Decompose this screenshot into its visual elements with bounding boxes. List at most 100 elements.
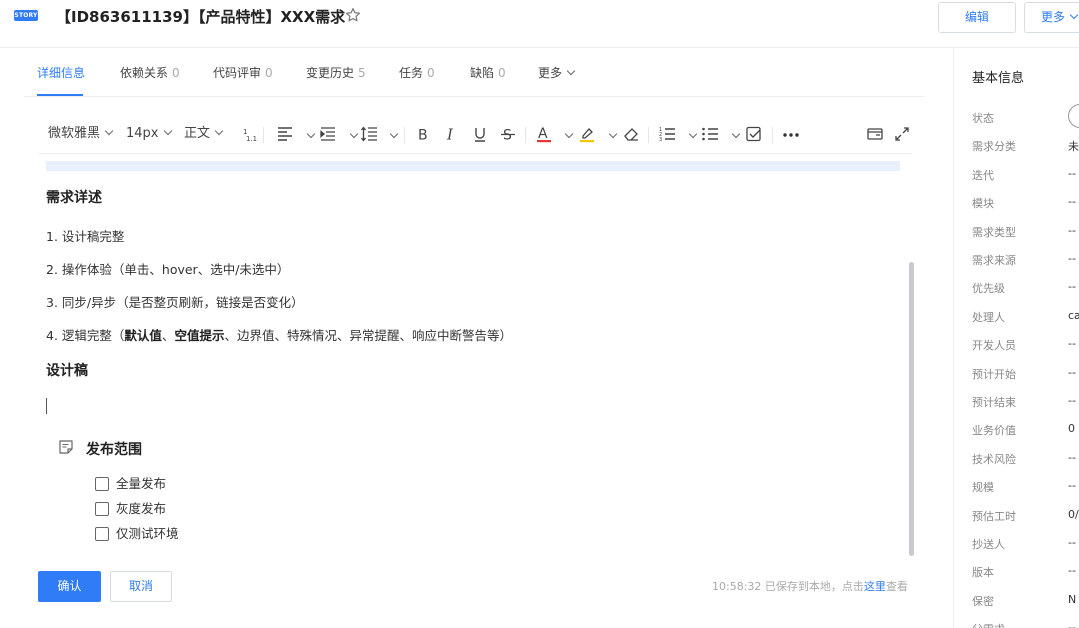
list-item: 4. 逻辑完整（默认值、空值提示、边界值、特殊情况、异常提醒、响应中断警告等）: [46, 325, 512, 344]
field-label: 需求分类: [972, 140, 1016, 153]
field-value[interactable]: --: [1068, 280, 1076, 293]
indent-icon[interactable]: [319, 125, 337, 143]
toolbar-divider: [263, 127, 264, 143]
bold-text: 空值提示: [174, 328, 225, 343]
tab-tasks[interactable]: 任务 0: [399, 64, 435, 81]
tab-count: 5: [358, 66, 366, 80]
text-cursor[interactable]: [46, 398, 47, 414]
checkbox[interactable]: [95, 476, 109, 491]
field-label: 抄送人: [972, 538, 1005, 551]
italic-icon[interactable]: I: [442, 125, 460, 144]
tab-details[interactable]: 详细信息: [37, 64, 85, 81]
checkbox-full-release[interactable]: 全量发布: [95, 473, 166, 491]
editor-scrollbar[interactable]: [909, 262, 914, 556]
paragraph-value: 正文: [184, 126, 211, 141]
bold-text: 默认值: [124, 328, 162, 343]
tab-more[interactable]: 更多: [538, 64, 576, 81]
field-value[interactable]: --: [1068, 564, 1076, 577]
field-label: 父需求: [972, 621, 1005, 628]
fullscreen-icon[interactable]: [893, 125, 911, 143]
list-item-separator: 、: [161, 328, 175, 343]
view-saved-link[interactable]: 这里: [864, 580, 886, 593]
font-size-select[interactable]: 14px: [126, 125, 172, 143]
field-value[interactable]: --: [1068, 252, 1076, 265]
confirm-button[interactable]: 确认: [38, 571, 101, 602]
chevron-down-icon[interactable]: [306, 129, 316, 139]
field-value[interactable]: --: [1068, 224, 1076, 237]
field-value[interactable]: --: [1068, 479, 1076, 492]
star-icon[interactable]: [344, 6, 362, 24]
font-color-icon[interactable]: A: [535, 125, 553, 143]
paragraph-select[interactable]: 正文: [184, 125, 224, 143]
chevron-down-icon[interactable]: [389, 129, 399, 139]
strikethrough-icon[interactable]: S: [499, 125, 517, 143]
field-value[interactable]: ca: [1068, 309, 1079, 322]
basic-info-panel: 基本信息 状态 需求分类 未迭代 -- 模块 -- 需求类型 -- 需求来源 -- 优先级 -- 处理人…: [953, 48, 1079, 628]
more-options-icon[interactable]: [782, 125, 800, 143]
svg-text:A: A: [538, 126, 548, 142]
eraser-icon[interactable]: [622, 125, 640, 143]
save-suffix: 查看: [885, 580, 908, 593]
field-value[interactable]: 0/: [1068, 508, 1079, 521]
line-height-icon[interactable]: 11.1: [240, 125, 258, 143]
tab-count: 0: [172, 66, 180, 80]
chevron-down-icon[interactable]: [688, 129, 698, 139]
field-label: 预估工时: [972, 510, 1016, 523]
field-value[interactable]: 0: [1068, 422, 1075, 435]
more-button[interactable]: 更多: [1024, 2, 1079, 33]
align-left-icon[interactable]: [276, 125, 294, 143]
field-label: 开发人员: [972, 339, 1016, 352]
checkbox[interactable]: [95, 501, 109, 516]
toolbar-divider: [772, 127, 773, 143]
edit-button[interactable]: 编辑: [938, 2, 1016, 33]
chevron-down-icon[interactable]: [608, 129, 618, 139]
checklist-icon[interactable]: [745, 125, 763, 143]
underline-icon[interactable]: [471, 125, 489, 143]
field-value[interactable]: --: [1068, 621, 1076, 628]
svg-text:3: 3: [659, 137, 662, 143]
field-value[interactable]: 未: [1068, 138, 1079, 154]
bullet-list-icon[interactable]: [701, 125, 719, 143]
toolbar-divider: [525, 127, 526, 143]
svg-text:I: I: [446, 126, 454, 144]
checkbox[interactable]: [95, 526, 109, 541]
field-label: 需求来源: [972, 254, 1016, 267]
field-value[interactable]: --: [1068, 451, 1076, 464]
status-toggle[interactable]: [1068, 104, 1079, 128]
template-icon[interactable]: [866, 125, 884, 143]
bold-icon[interactable]: B: [414, 125, 432, 144]
tab-bugs[interactable]: 缺陷 0: [470, 64, 506, 81]
font-family-select[interactable]: 微软雅黑: [48, 125, 114, 143]
tab-code-review[interactable]: 代码评审 0: [213, 64, 273, 81]
field-value[interactable]: --: [1068, 337, 1076, 350]
tab-bar: 详细信息 依赖关系 0 代码评审 0 变更历史 5 任务 0 缺陷 0 更多: [24, 48, 924, 97]
checkbox-test-env[interactable]: 仅测试环境: [95, 523, 179, 541]
highlight-bar: [46, 161, 900, 171]
font-size-value: 14px: [126, 126, 159, 141]
font-family-value: 微软雅黑: [48, 126, 101, 141]
chevron-down-icon[interactable]: [564, 129, 574, 139]
active-tab-indicator: [37, 94, 83, 96]
chevron-down-icon[interactable]: [349, 129, 359, 139]
field-value[interactable]: --: [1068, 366, 1076, 379]
checkbox-gray-release[interactable]: 灰度发布: [95, 498, 166, 516]
field-value[interactable]: --: [1068, 167, 1076, 180]
highlight-icon[interactable]: [578, 125, 596, 143]
field-value[interactable]: --: [1068, 394, 1076, 407]
save-time: 10:58:32: [712, 580, 762, 593]
field-value[interactable]: --: [1068, 536, 1076, 549]
tab-change-history[interactable]: 变更历史 5: [306, 64, 366, 81]
tab-dependencies[interactable]: 依赖关系 0: [120, 64, 180, 81]
ordered-list-icon[interactable]: 123: [658, 125, 676, 143]
line-spacing-icon[interactable]: [360, 125, 378, 143]
story-badge: STORY: [14, 10, 38, 21]
field-value[interactable]: N: [1068, 593, 1076, 606]
save-text: 已保存到本地，点击: [764, 580, 864, 593]
field-value[interactable]: --: [1068, 195, 1076, 208]
chevron-down-icon[interactable]: [731, 129, 741, 139]
list-item-suffix: 、边界值、特殊情况、异常提醒、响应中断警告等）: [224, 328, 512, 343]
cancel-button[interactable]: 取消: [110, 571, 172, 602]
field-label: 规模: [972, 481, 994, 494]
field-label: 保密: [972, 595, 994, 608]
field-label: 版本: [972, 566, 994, 579]
